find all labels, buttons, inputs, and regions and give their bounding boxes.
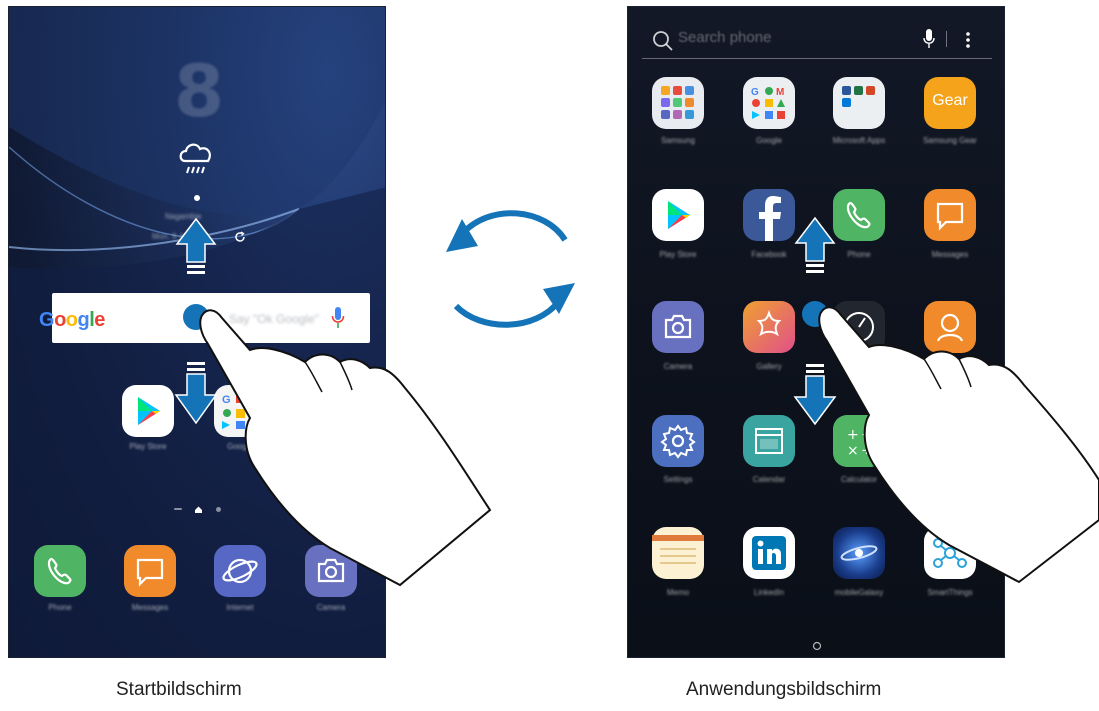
app-label: Messages bbox=[131, 603, 169, 612]
galaxy-icon[interactable] bbox=[833, 527, 885, 579]
app-label: mobileGalaxy bbox=[834, 588, 884, 597]
gear-text: Gear bbox=[932, 92, 968, 109]
app-label: Gallery bbox=[756, 362, 782, 371]
refresh-icon[interactable] bbox=[234, 231, 246, 243]
gear-app-icon[interactable]: Gear bbox=[924, 77, 976, 129]
search-placeholder: Search phone bbox=[678, 29, 772, 46]
app-label: Memo bbox=[666, 588, 690, 597]
app-label: Internet bbox=[226, 603, 254, 612]
voice-search-icon[interactable] bbox=[923, 28, 935, 50]
clock-icon[interactable] bbox=[833, 301, 885, 353]
clock-text: 8 bbox=[174, 49, 225, 133]
caption-home-screen: Startbildschirm bbox=[116, 679, 242, 700]
internet-icon[interactable] bbox=[214, 545, 266, 597]
google-folder-icon[interactable]: G M bbox=[743, 77, 795, 129]
app-label: Settings bbox=[663, 475, 693, 484]
calculator-icon[interactable]: + − × ÷ bbox=[833, 415, 885, 467]
app-label: Clock bbox=[848, 362, 869, 371]
app-label: Calendar bbox=[752, 475, 786, 484]
app-label: Contacts bbox=[934, 362, 966, 371]
messages-icon[interactable] bbox=[124, 545, 176, 597]
page-indicator bbox=[174, 505, 234, 515]
app-label: Google bbox=[227, 442, 253, 451]
home-page-icon bbox=[195, 506, 202, 513]
svg-text:−: − bbox=[861, 427, 873, 443]
search-divider bbox=[946, 31, 947, 47]
svg-text:G: G bbox=[222, 394, 231, 406]
app-label: Messages bbox=[931, 250, 969, 259]
more-options-icon[interactable] bbox=[965, 31, 971, 49]
linkedin-icon[interactable] bbox=[743, 527, 795, 579]
google-hint-text: Say "Ok Google" bbox=[229, 312, 319, 326]
settings-icon[interactable] bbox=[652, 415, 704, 467]
svg-text:M: M bbox=[776, 87, 784, 98]
camera-icon[interactable] bbox=[652, 301, 704, 353]
app-label: Camera bbox=[316, 603, 346, 612]
calendar-icon[interactable] bbox=[743, 415, 795, 467]
phone-icon[interactable] bbox=[833, 189, 885, 241]
phone-icon[interactable] bbox=[34, 545, 86, 597]
app-label: SmartThings bbox=[927, 588, 973, 597]
google-folder-icon[interactable]: G bbox=[214, 385, 266, 437]
app-label: Microsoft Apps bbox=[832, 136, 886, 145]
microphone-icon[interactable] bbox=[331, 305, 345, 331]
page-indicator-dot bbox=[812, 641, 822, 651]
location-text: Nagambie bbox=[165, 212, 202, 221]
contacts-icon[interactable] bbox=[924, 301, 976, 353]
app-label: Calculator bbox=[840, 475, 877, 484]
memo-icon[interactable] bbox=[652, 527, 704, 579]
caption-apps-screen: Anwendungsbildschirm bbox=[686, 679, 882, 700]
camera-icon[interactable] bbox=[305, 545, 357, 597]
messages-icon[interactable] bbox=[924, 189, 976, 241]
app-label: Google bbox=[756, 136, 782, 145]
facebook-icon[interactable] bbox=[743, 189, 795, 241]
home-screen: 8 Nagambie Mon, 9 Jan Google Say "Ok Goo… bbox=[8, 6, 386, 658]
weather-rain-icon bbox=[179, 143, 211, 174]
date-text: Mon, 9 Jan bbox=[152, 232, 192, 241]
app-label: Play Store bbox=[129, 442, 167, 451]
samsung-folder-icon[interactable] bbox=[652, 77, 704, 129]
app-label: Phone bbox=[48, 603, 72, 612]
svg-text:÷: ÷ bbox=[861, 443, 873, 459]
smartthings-icon[interactable] bbox=[924, 527, 976, 579]
switch-arrows-icon bbox=[446, 210, 575, 328]
play-store-icon[interactable] bbox=[652, 189, 704, 241]
search-icon[interactable] bbox=[652, 30, 674, 52]
app-label: Phone bbox=[847, 250, 871, 259]
microsoft-folder-icon[interactable] bbox=[833, 77, 885, 129]
svg-text:×: × bbox=[847, 443, 859, 459]
svg-text:G: G bbox=[751, 87, 759, 98]
apps-screen: Search phone Samsung G M Google Microsof… bbox=[627, 6, 1005, 658]
app-label: Facebook bbox=[751, 250, 787, 259]
app-label: Samsung bbox=[661, 136, 695, 145]
play-store-icon[interactable] bbox=[122, 385, 174, 437]
svg-text:+: + bbox=[847, 427, 859, 443]
location-pin-icon bbox=[194, 195, 200, 201]
gallery-icon[interactable] bbox=[743, 301, 795, 353]
app-label: Samsung Gear bbox=[923, 136, 977, 145]
app-label: Camera bbox=[663, 362, 693, 371]
app-label: Play Store bbox=[659, 250, 697, 259]
google-logo: Google bbox=[39, 309, 105, 331]
app-label: LinkedIn bbox=[753, 588, 785, 597]
